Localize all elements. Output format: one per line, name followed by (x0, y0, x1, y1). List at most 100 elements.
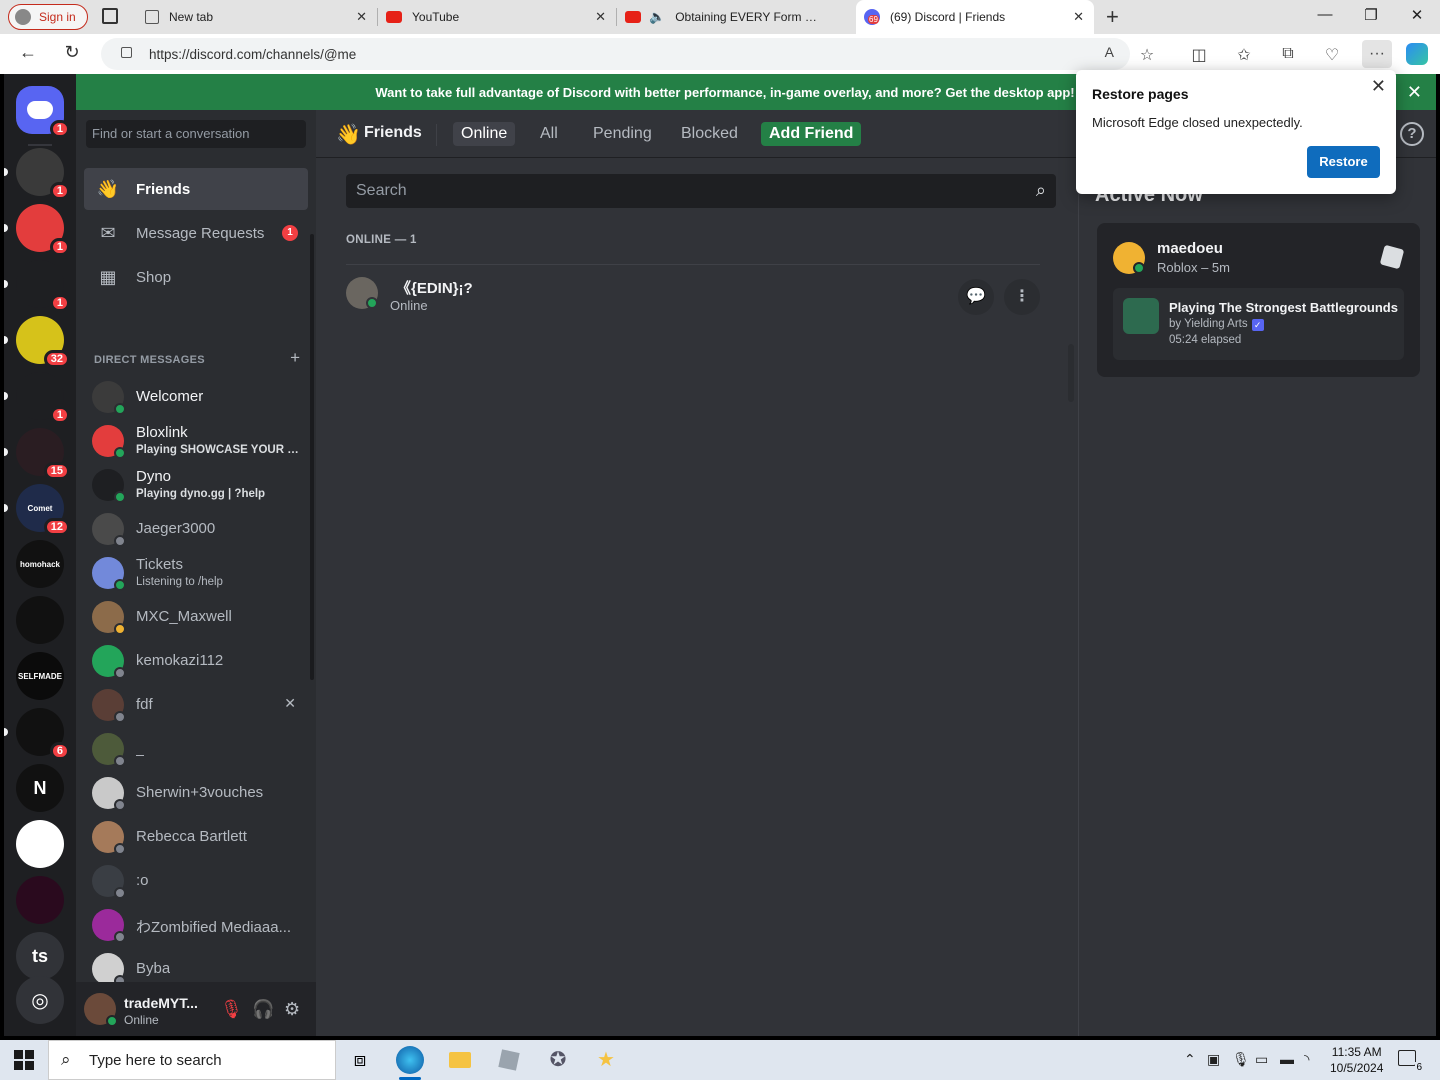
add-friend-button[interactable]: Add Friend (761, 122, 862, 146)
sign-in-button[interactable]: Sign in (8, 4, 88, 30)
more-vertical-icon[interactable]: ⋮ (1004, 279, 1040, 315)
browser-essentials-icon[interactable]: ♡ (1321, 45, 1343, 65)
refresh-icon[interactable]: ↻ (60, 42, 84, 63)
dm-item[interactable]: Tickets Listening to /help (84, 552, 308, 594)
settings-gear-icon[interactable]: ⚙ (284, 999, 300, 1020)
server-icon[interactable]: homohack (16, 540, 64, 588)
file-explorer-icon[interactable] (446, 1046, 474, 1074)
username[interactable]: tradeMYT... (124, 995, 198, 1011)
device-icon[interactable]: ▣ (1207, 1051, 1220, 1068)
close-tab-icon[interactable]: ✕ (595, 9, 606, 25)
notification-badge: 15 (43, 462, 70, 480)
dm-item[interactable]: _ (84, 728, 308, 770)
server-icon[interactable] (16, 820, 64, 868)
display-icon[interactable]: ▭ (1255, 1051, 1268, 1068)
tab-new-tab[interactable]: New tab ✕ (137, 0, 377, 34)
task-view-icon[interactable]: ⧈ (346, 1046, 374, 1074)
server-icon[interactable]: Comet 12 (4, 484, 70, 536)
server-icon[interactable]: 1 (4, 204, 70, 256)
create-dm-icon[interactable]: + (290, 348, 300, 368)
discover-compass-icon[interactable]: ◎ (16, 976, 64, 1024)
edge-icon[interactable] (396, 1046, 424, 1074)
friend-search-input[interactable]: Search ⌕ (346, 174, 1056, 208)
server-icon[interactable]: 1 (4, 148, 70, 200)
close-tab-icon[interactable]: ✕ (356, 9, 367, 25)
close-window-button[interactable]: ✕ (1394, 6, 1440, 24)
dm-item[interactable]: Dyno Playing dyno.gg | ?help (84, 464, 308, 506)
dm-item[interactable]: :o (84, 860, 308, 902)
dm-scrollbar[interactable] (310, 234, 314, 680)
dm-item[interactable]: fdf ✕ (84, 684, 308, 726)
address-bar[interactable]: https://discord.com/channels/@me A (101, 38, 1130, 70)
mute-mic-icon[interactable]: 🎙 (220, 999, 243, 1020)
tab-title: New tab (169, 10, 214, 24)
server-icon[interactable]: 15 (4, 428, 70, 480)
tab-blocked[interactable]: Blocked (673, 122, 746, 146)
server-icon[interactable] (16, 596, 64, 644)
taskbar-search-box[interactable]: ⌕ Type here to search (48, 1040, 336, 1080)
tab-discord[interactable]: 69 (69) Discord | Friends ✕ (856, 0, 1094, 34)
tab-all[interactable]: All (532, 122, 566, 146)
dm-item[interactable]: Rebecca Bartlett (84, 816, 308, 858)
nav-friends[interactable]: 👋 Friends (84, 168, 308, 210)
favorites-icon[interactable]: ✩ (1233, 45, 1255, 65)
server-icon[interactable]: SELFMADE (16, 652, 64, 700)
nav-shop[interactable]: ▦ Shop (84, 256, 308, 298)
dm-item[interactable]: わZombified Mediaaa... (84, 904, 308, 946)
windows-start-icon[interactable] (14, 1050, 34, 1070)
maximize-button[interactable]: ❐ (1348, 6, 1394, 24)
message-bubble-icon[interactable]: 💬 (958, 279, 994, 315)
dm-item[interactable]: Welcomer (84, 376, 308, 418)
clock[interactable]: 11:35 AM 10/5/2024 (1330, 1044, 1383, 1076)
minimize-button[interactable]: — (1302, 6, 1348, 23)
restore-button[interactable]: Restore (1307, 146, 1380, 178)
tab-actions-icon[interactable] (102, 8, 118, 24)
dm-item[interactable]: Sherwin+3vouches (84, 772, 308, 814)
headset-icon[interactable]: 🎧 (252, 999, 274, 1020)
microphone-icon[interactable]: 🎙 (1232, 1051, 1250, 1068)
dm-item[interactable]: Jaeger3000 (84, 508, 308, 550)
close-dm-icon[interactable]: ✕ (284, 695, 296, 712)
close-icon[interactable]: ✕ (1407, 82, 1422, 103)
tab-pending[interactable]: Pending (585, 122, 660, 146)
tab-video[interactable]: 🔈 Obtaining EVERY Form Of LU (617, 0, 855, 34)
popup-message: Microsoft Edge closed unexpectedly. (1092, 115, 1303, 130)
activity-card[interactable]: maedoeu Roblox – 5m Playing The Stronges… (1097, 223, 1420, 377)
battery-icon[interactable]: ▬ (1280, 1051, 1294, 1067)
server-icon[interactable]: 32 (4, 316, 70, 368)
app-icon[interactable] (495, 1046, 523, 1074)
tab-youtube[interactable]: YouTube ✕ (378, 0, 616, 34)
more-options-icon[interactable]: ··· (1362, 40, 1392, 68)
pinned-star-icon[interactable]: ★ (592, 1046, 620, 1074)
read-aloud-icon[interactable]: A (1105, 44, 1114, 60)
help-icon[interactable]: ? (1400, 122, 1424, 146)
dm-item[interactable]: MXC_Maxwell (84, 596, 308, 638)
notification-icon[interactable]: 6 (1398, 1050, 1423, 1073)
server-icon[interactable]: 1 (4, 372, 70, 424)
dm-item[interactable]: kemokazi112 (84, 640, 308, 682)
favorite-star-icon[interactable]: ☆ (1136, 45, 1158, 65)
list-scrollbar[interactable] (1068, 344, 1074, 402)
server-icon[interactable] (16, 876, 64, 924)
collections-icon[interactable]: ⧉ (1277, 45, 1299, 63)
friend-row[interactable]: 《{EDIN}¡? Online 💬 ⋮ (346, 264, 1040, 326)
close-icon[interactable]: ✕ (1371, 76, 1386, 97)
speaker-icon[interactable]: 🔈 (649, 9, 665, 25)
close-tab-icon[interactable]: ✕ (1073, 9, 1084, 25)
server-icon[interactable]: 1 (4, 260, 70, 312)
dm-item[interactable]: Bloxlink Playing SHOWCASE YOUR SE... (84, 420, 308, 462)
wifi-icon[interactable]: ◝ (1304, 1051, 1309, 1068)
nav-message-requests[interactable]: ✉ Message Requests 1 (84, 212, 308, 254)
server-icon[interactable]: N (16, 764, 64, 812)
server-icon[interactable]: ts (16, 932, 64, 980)
chevron-up-icon[interactable]: ⌃ (1184, 1051, 1196, 1068)
home-button[interactable]: 1 (16, 86, 70, 138)
star-app-icon[interactable]: ✪ (544, 1046, 572, 1074)
find-conversation-button[interactable]: Find or start a conversation (86, 120, 306, 148)
split-screen-icon[interactable]: ◫ (1188, 45, 1210, 65)
back-arrow-icon[interactable]: ← (16, 42, 40, 63)
server-icon[interactable]: 6 (4, 708, 70, 760)
copilot-icon[interactable] (1406, 43, 1428, 65)
new-tab-button[interactable]: + (1106, 4, 1119, 30)
tab-online[interactable]: Online (453, 122, 516, 146)
